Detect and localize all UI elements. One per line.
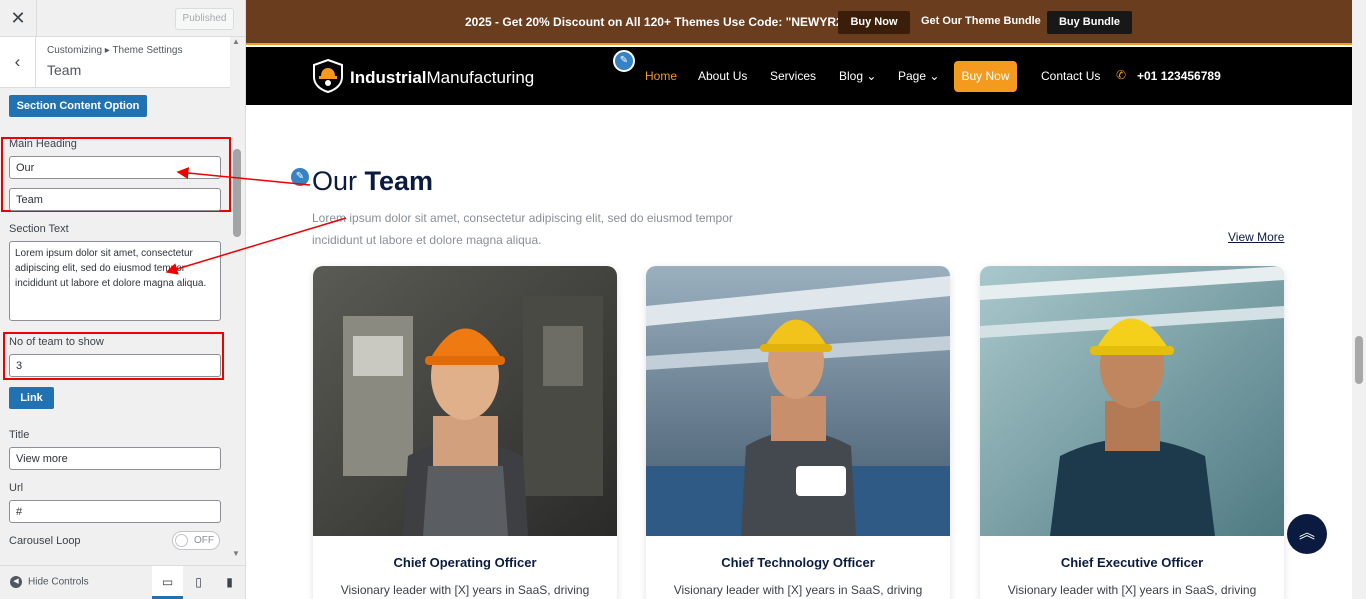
section-title: Team [47, 62, 82, 78]
nav-blog-label: Blog [839, 69, 864, 83]
mobile-preview-icon[interactable]: ▮ [214, 566, 245, 599]
title-input[interactable] [9, 447, 221, 470]
team-count-input[interactable] [9, 354, 221, 377]
back-arrow-icon[interactable]: ‹ [0, 37, 36, 88]
customizer-panel: ✕ Published ‹ Customizing ▸ Theme Settin… [0, 0, 246, 599]
nav-home[interactable]: Home [645, 69, 677, 83]
main-navbar: IndustrialManufacturing ✎ Home About Us … [246, 47, 1352, 105]
heading-bold: Team [364, 166, 434, 196]
nav-services[interactable]: Services [770, 69, 816, 83]
customizer-header: ✕ Published [0, 0, 245, 37]
team-card[interactable]: Chief Executive Officer Visionary leader… [980, 266, 1284, 599]
edit-pencil-icon[interactable]: ✎ [289, 166, 311, 188]
logo-light: Manufacturing [426, 68, 535, 87]
theme-bundle-text: Get Our Theme Bundle [921, 15, 1041, 27]
promo-buy-now-button[interactable]: Buy Now [838, 11, 910, 34]
scroll-to-top-icon[interactable]: ︽ [1287, 514, 1327, 554]
panel-scroll-thumb[interactable] [233, 149, 241, 237]
team-section-text: Lorem ipsum dolor sit amet, consectetur … [312, 211, 733, 247]
toggle-state: OFF [194, 535, 214, 546]
card-title: Chief Technology Officer [721, 555, 875, 570]
nav-blog[interactable]: Blog ⌄ [839, 69, 876, 83]
panel-scrollbar[interactable]: ▲ ▼ [232, 37, 244, 565]
nav-contact[interactable]: Contact Us [1041, 69, 1100, 83]
phone-number[interactable]: +01 123456789 [1137, 69, 1221, 83]
team-heading: Our Team [312, 166, 433, 197]
logo-bold: Industrial [350, 68, 427, 87]
heading-light: Our [312, 166, 358, 196]
publish-button[interactable]: Published [175, 8, 234, 30]
card-description: Visionary leader with [X] years in SaaS,… [340, 583, 590, 597]
team-photo [646, 266, 950, 536]
scroll-up-icon[interactable]: ▲ [232, 37, 240, 46]
edit-pencil-icon[interactable]: ✎ [613, 50, 635, 72]
chevron-down-icon: ⌄ [929, 69, 940, 83]
logo-icon[interactable] [312, 59, 344, 93]
toggle-knob [175, 534, 188, 547]
chevron-down-icon: ⌄ [866, 69, 877, 83]
card-description: Visionary leader with [X] years in SaaS,… [673, 583, 923, 597]
team-count-label: No of team to show [9, 336, 104, 348]
phone-icon: ✆ [1116, 68, 1127, 82]
nav-about[interactable]: About Us [698, 69, 747, 83]
breadcrumb: Customizing ▸ Theme Settings [47, 45, 183, 56]
team-photo [980, 266, 1284, 536]
buy-bundle-button[interactable]: Buy Bundle [1047, 11, 1132, 34]
logo-text[interactable]: IndustrialManufacturing [350, 68, 534, 88]
section-text-input[interactable]: Lorem ipsum dolor sit amet, consectetur … [9, 241, 221, 321]
url-label: Url [9, 482, 24, 494]
hide-controls-button[interactable]: ◀ Hide Controls [10, 576, 89, 588]
main-heading-label: Main Heading [9, 138, 77, 150]
team-photo [313, 266, 617, 536]
team-card[interactable]: Chief Operating Officer Visionary leader… [313, 266, 617, 599]
card-description: Visionary leader with [X] years in SaaS,… [1007, 583, 1257, 597]
nav-page-label: Page [898, 69, 927, 83]
promo-text: 2025 - Get 20% Discount on All 120+ Them… [465, 15, 869, 29]
main-heading-input-2[interactable] [9, 188, 221, 211]
collapse-icon: ◀ [10, 576, 22, 588]
nav-buy-now-button[interactable]: Buy Now [954, 61, 1017, 92]
section-text-label: Section Text [9, 223, 69, 235]
nav-page[interactable]: Page ⌄ [898, 69, 939, 83]
preview-scroll-thumb[interactable] [1355, 336, 1363, 384]
view-more-link[interactable]: View More [1228, 230, 1284, 244]
section-header: ‹ Customizing ▸ Theme Settings Team [0, 37, 230, 88]
promo-bar: 2025 - Get 20% Discount on All 120+ Them… [246, 0, 1352, 45]
card-title: Chief Operating Officer [393, 555, 537, 570]
hide-controls-label: Hide Controls [28, 576, 89, 588]
card-title: Chief Executive Officer [1060, 555, 1204, 570]
customizer-footer: ◀ Hide Controls ▭ ▯ ▮ [0, 565, 245, 599]
section-content-button[interactable]: Section Content Option [9, 95, 147, 117]
title-label: Title [9, 429, 30, 441]
link-button[interactable]: Link [9, 387, 54, 409]
carousel-loop-label: Carousel Loop [9, 535, 81, 547]
desktop-preview-icon[interactable]: ▭ [152, 566, 183, 599]
carousel-loop-toggle[interactable]: OFF [172, 531, 220, 550]
controls-area: Section Content Option Main Heading Sect… [0, 89, 231, 565]
team-card[interactable]: Chief Technology Officer Visionary leade… [646, 266, 950, 599]
tablet-preview-icon[interactable]: ▯ [183, 566, 214, 599]
main-heading-input[interactable] [9, 156, 221, 179]
scroll-down-icon[interactable]: ▼ [232, 549, 240, 558]
url-input[interactable] [9, 500, 221, 523]
close-icon[interactable]: ✕ [0, 0, 37, 37]
site-preview: 2025 - Get 20% Discount on All 120+ Them… [246, 0, 1366, 599]
preview-scrollbar[interactable] [1352, 0, 1366, 599]
